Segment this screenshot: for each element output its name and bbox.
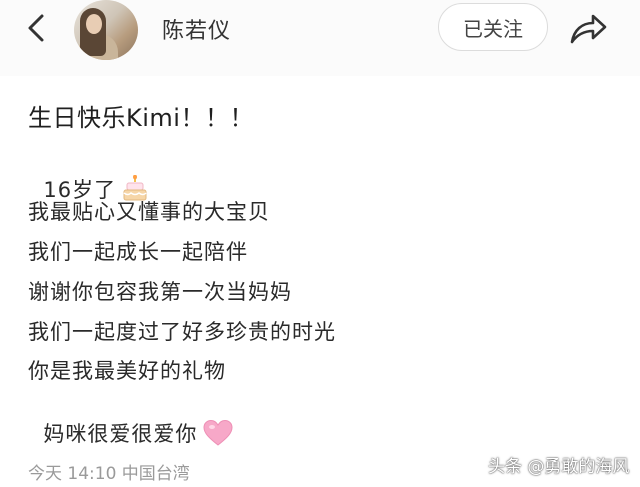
post-line: 我们一起成长一起陪伴: [28, 240, 248, 264]
post-line: 谢谢你包容我第一次当妈妈: [28, 280, 292, 304]
username[interactable]: 陈若仪: [162, 13, 231, 45]
post-line: 你是我最美好的礼物: [28, 359, 226, 383]
post-title: 生日快乐Kimi！！！: [28, 104, 254, 132]
follow-button[interactable]: 已关注: [438, 3, 548, 51]
post-line: 我们一起度过了好多珍贵的时光: [28, 320, 336, 344]
share-button[interactable]: [566, 8, 610, 48]
post-line-text: 妈咪很爱很爱你: [43, 422, 198, 446]
pink-heart-icon: [203, 419, 233, 452]
post-line: 妈咪很爱很爱你: [28, 394, 233, 452]
chevron-left-icon: [28, 14, 44, 42]
post-line: 我最贴心又懂事的大宝贝: [28, 200, 270, 224]
top-bar: 陈若仪 已关注: [0, 0, 640, 76]
back-button[interactable]: [16, 8, 56, 48]
avatar[interactable]: [74, 0, 138, 60]
post-meta: 今天 14:10 中国台湾: [28, 464, 190, 484]
share-arrow-icon: [570, 14, 607, 44]
watermark: 头条 @勇敢的海风: [488, 457, 630, 477]
